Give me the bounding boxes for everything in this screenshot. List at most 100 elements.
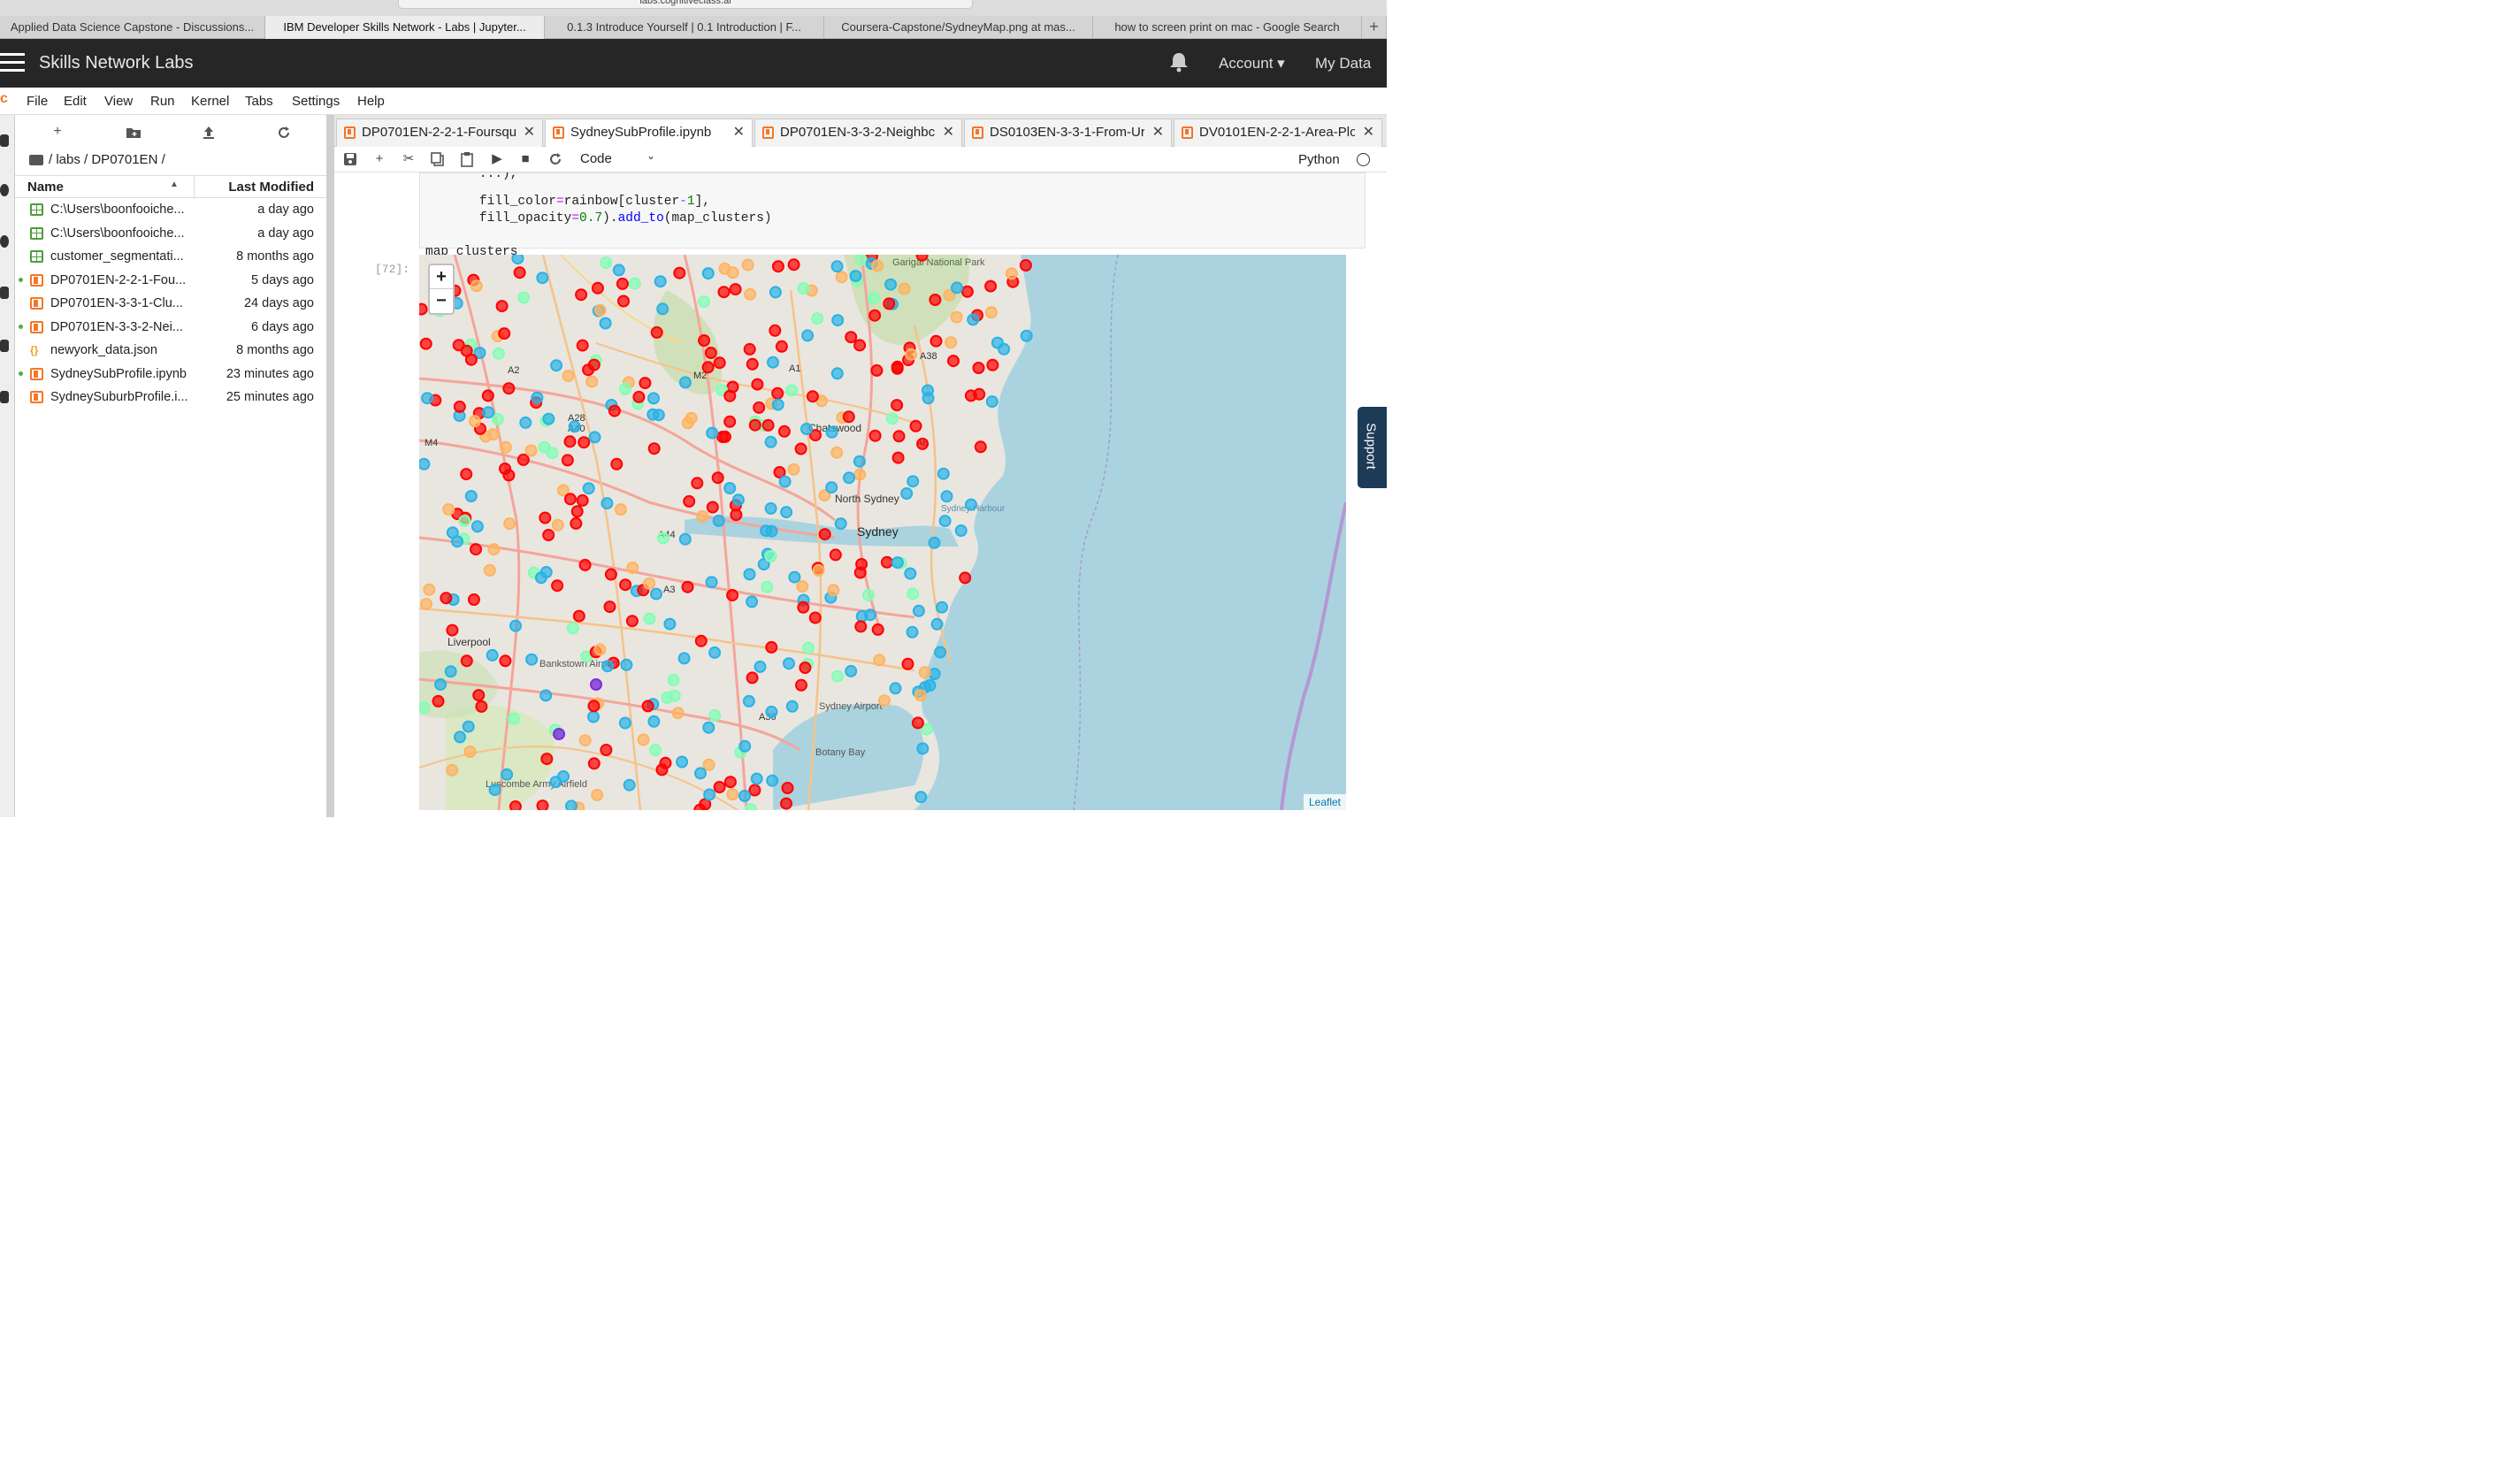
cluster-marker[interactable] [663,617,677,631]
cluster-marker[interactable] [503,517,516,531]
close-icon[interactable]: ✕ [524,119,535,146]
cluster-marker[interactable] [785,384,799,397]
cluster-marker[interactable] [959,571,972,585]
cluster-marker[interactable] [986,358,999,371]
cluster-marker[interactable] [930,617,944,631]
cluster-marker[interactable] [587,710,600,723]
cluster-marker[interactable] [575,288,588,302]
cluster-marker[interactable] [531,391,544,404]
cluster-marker[interactable] [678,532,692,546]
cluster-marker[interactable] [907,587,920,600]
cluster-marker[interactable] [936,600,948,614]
cluster-marker[interactable] [619,578,632,592]
cluster-marker[interactable] [754,660,767,673]
cluster-marker[interactable] [871,259,884,272]
menu-settings[interactable]: Settings [292,94,340,109]
file-row[interactable]: DP0701EN-3-3-1-Clu... 24 days ago [15,292,326,316]
cluster-marker[interactable] [419,337,432,350]
cluster-marker[interactable] [694,634,708,647]
cluster-marker[interactable] [694,767,707,780]
cluster-marker[interactable] [603,600,616,614]
cluster-marker[interactable] [891,399,904,412]
leaflet-attribution[interactable]: Leaflet [1303,794,1346,810]
cluster-marker[interactable] [563,493,577,506]
column-divider[interactable] [194,176,195,199]
cluster-marker[interactable] [985,395,998,409]
cluster-marker[interactable] [472,689,486,702]
cluster-marker[interactable] [842,410,855,424]
cluster-marker[interactable] [483,563,496,577]
cluster-marker[interactable] [470,543,482,556]
stop-icon[interactable]: ■ [516,150,534,168]
cluster-marker[interactable] [683,494,696,508]
cluster-marker[interactable] [761,418,775,432]
cluster-marker[interactable] [677,652,691,665]
cluster-marker[interactable] [681,580,694,593]
cluster-marker[interactable] [775,340,788,353]
cluster-marker[interactable] [1020,329,1033,342]
cluster-marker[interactable] [587,700,601,713]
menu-run[interactable]: Run [150,94,175,109]
cluster-marker[interactable] [502,382,516,395]
cluster-marker[interactable] [432,694,445,708]
cluster-marker[interactable] [825,425,838,439]
menu-tabs[interactable]: Tabs [245,94,273,109]
cluster-marker[interactable] [601,660,614,673]
cluster-marker[interactable] [578,734,592,747]
cluster-marker[interactable] [916,742,930,755]
cluster-marker[interactable] [998,342,1011,356]
menu-kernel[interactable]: Kernel [191,94,229,109]
cluster-marker[interactable] [706,426,719,440]
cluster-marker[interactable] [491,413,504,426]
cluster-marker[interactable] [626,562,639,574]
cluster-marker[interactable] [561,454,574,467]
cluster-marker[interactable] [610,457,624,470]
cluster-marker[interactable] [717,286,731,299]
cluster-marker[interactable] [708,646,722,659]
breadcrumb-path[interactable]: / labs / DP0701EN / [49,152,165,167]
cluster-marker[interactable] [880,555,893,569]
cluster-marker[interactable] [643,577,656,590]
cluster-marker[interactable] [796,580,809,593]
cluster-marker[interactable] [654,275,667,288]
cluster-marker[interactable] [702,721,715,734]
save-icon[interactable] [341,150,359,168]
cluster-marker[interactable] [572,609,585,623]
cluster-marker[interactable] [442,503,455,516]
cluster-marker[interactable] [562,370,575,382]
cluster-marker[interactable] [676,755,689,769]
code-cell[interactable]: ...), fill_color=rainbow[cluster-1], fil… [419,172,1366,259]
close-icon[interactable]: ✕ [943,119,954,146]
cluster-marker[interactable] [764,501,777,515]
folder-icon[interactable] [0,134,9,147]
cluster-marker[interactable] [546,447,559,460]
cluster-marker[interactable] [723,389,737,402]
cluster-marker[interactable] [647,715,661,728]
cluster-marker[interactable] [536,272,549,285]
name-column-header[interactable]: Name [27,180,64,195]
cluster-marker[interactable] [704,347,717,359]
upload-icon[interactable] [200,124,218,142]
cluster-marker[interactable] [499,654,512,668]
menu-file[interactable]: File [27,94,48,109]
address-bar[interactable]: labs.cognitiveclass.ai [398,0,973,9]
cluster-marker[interactable] [800,423,813,435]
cluster-marker[interactable] [492,347,505,360]
cut-icon[interactable]: ✂ [400,150,417,168]
cluster-marker[interactable] [930,334,943,348]
cluster-marker[interactable] [783,657,795,670]
cluster-marker[interactable] [769,324,782,337]
cluster-marker[interactable] [973,387,986,401]
refresh-icon[interactable] [275,124,293,142]
cluster-marker[interactable] [588,431,601,444]
cluster-marker[interactable] [593,303,607,317]
cluster-marker[interactable] [750,772,763,785]
cluster-marker[interactable] [582,482,595,495]
notebook-tab[interactable]: DV0101EN-2-2-1-Area-Plo ✕ [1174,119,1382,147]
cluster-marker[interactable] [464,490,478,502]
cluster-marker[interactable] [570,516,583,530]
cluster-marker[interactable] [713,356,726,370]
cluster-marker[interactable] [482,406,495,419]
cluster-marker[interactable] [685,411,698,425]
cluster-marker[interactable] [849,270,862,283]
